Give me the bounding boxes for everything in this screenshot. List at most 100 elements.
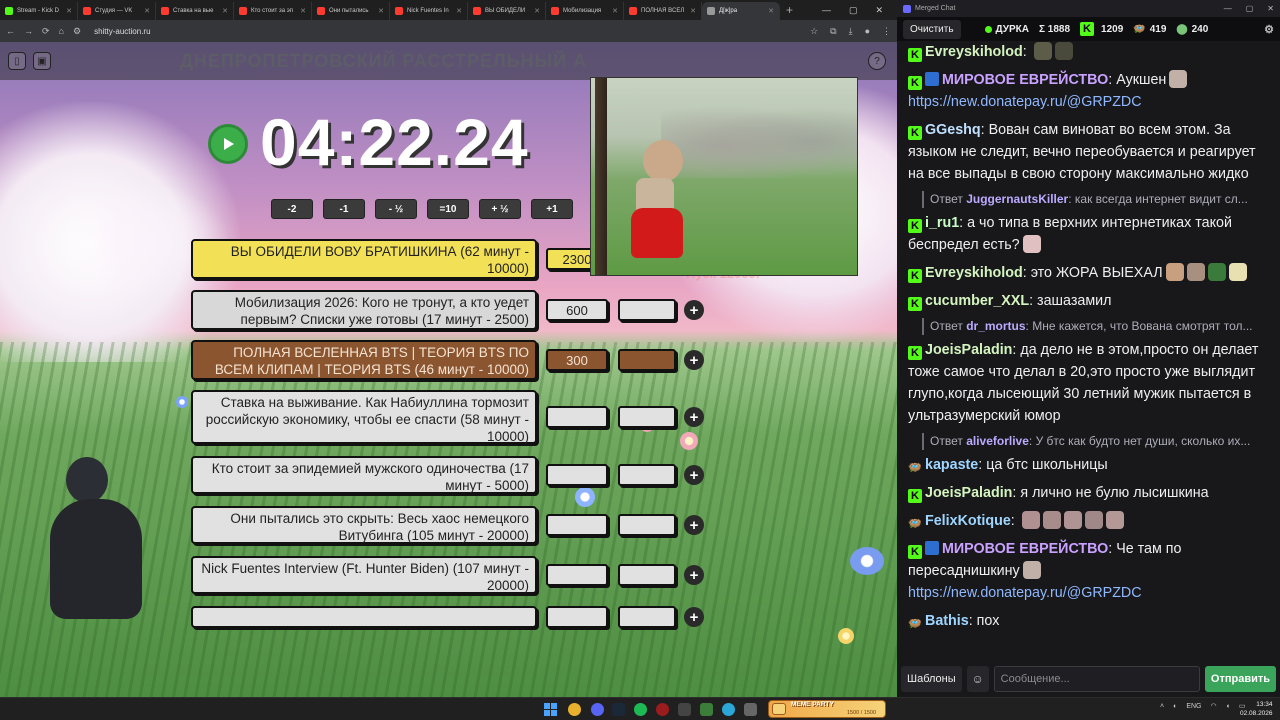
sidebar-toggle-icon[interactable]: ▯	[8, 52, 26, 70]
tab-close-icon[interactable]: ✕	[66, 7, 72, 15]
lot-amount-field[interactable]	[546, 514, 608, 536]
tab-close-icon[interactable]: ✕	[378, 7, 384, 15]
reply-reference[interactable]: Ответ dr_mortus: Мне кажется, что Вована…	[922, 318, 1270, 335]
lot-amount-field[interactable]	[546, 564, 608, 586]
spotify-icon[interactable]	[634, 703, 647, 716]
browser-tab[interactable]: Кто стоит за эп ✕	[234, 2, 312, 20]
chat-username[interactable]: Evreyskiholod	[925, 44, 1023, 60]
lot-amount-field[interactable]	[546, 606, 608, 628]
help-icon[interactable]: ?	[868, 52, 886, 70]
chat-username[interactable]: GGeshq	[925, 122, 981, 138]
obs-icon[interactable]	[656, 703, 669, 716]
chat-username[interactable]: Evreyskiholod	[925, 265, 1023, 281]
close-icon[interactable]: ✕	[1267, 4, 1274, 13]
steam-icon[interactable]	[612, 703, 625, 716]
close-icon[interactable]: ✕	[875, 5, 883, 16]
browser-tab[interactable]: Д[ж]ра ✕	[702, 2, 780, 20]
lot-plus-button[interactable]: +	[684, 565, 704, 585]
chat-username[interactable]: Bathis	[925, 613, 969, 629]
clear-button[interactable]: Очистить	[903, 19, 961, 39]
play-button[interactable]	[208, 124, 248, 164]
lot-amount-field[interactable]: 600	[546, 299, 608, 321]
tab-close-icon[interactable]: ✕	[300, 7, 306, 15]
chat-username[interactable]: МИРОВОЕ ЕВРЕЙСТВО	[942, 541, 1108, 557]
send-button[interactable]: Отправить	[1204, 666, 1276, 692]
site-info-icon[interactable]: ⚙	[73, 26, 81, 37]
chat-username[interactable]: i_ru1	[925, 215, 959, 231]
menu-icon[interactable]: ⋮	[882, 26, 891, 37]
tab-close-icon[interactable]: ✕	[144, 7, 150, 15]
profile-icon[interactable]: ●	[865, 26, 870, 37]
bookmark-star-icon[interactable]: ☆	[810, 26, 818, 37]
app-icon[interactable]	[744, 703, 757, 716]
tab-close-icon[interactable]: ✕	[222, 7, 228, 15]
back-icon[interactable]: ←	[6, 26, 15, 36]
lot-add-amount-input[interactable]	[618, 514, 676, 536]
meme-party-widget[interactable]: MEME PARTY 1500 / 1500	[768, 700, 886, 718]
lot-name-field[interactable]: Они пытались это скрыть: Весь хаос немец…	[191, 506, 537, 544]
lot-plus-button[interactable]: +	[684, 515, 704, 535]
network-icon[interactable]: ◠	[1211, 702, 1217, 710]
extensions-icon[interactable]: ⧉	[830, 26, 836, 37]
lot-add-amount-input[interactable]	[618, 606, 676, 628]
lot-name-field[interactable]: Мобилизация 2026: Кого не тронут, а кто …	[191, 290, 537, 330]
new-tab-icon[interactable]: +	[780, 3, 799, 17]
time-adjust-button[interactable]: - ½	[375, 199, 417, 219]
settings-gear-icon[interactable]: ⚙	[1264, 23, 1274, 36]
telegram-icon[interactable]	[722, 703, 735, 716]
chat-username[interactable]: FelixKotique	[925, 513, 1011, 529]
tab-close-icon[interactable]: ✕	[534, 7, 540, 15]
templates-button[interactable]: Шаблоны	[901, 666, 962, 692]
lot-name-field[interactable]: Ставка на выживание. Как Набиуллина торм…	[191, 390, 537, 444]
chrome-icon[interactable]	[568, 703, 581, 716]
browser-tab[interactable]: ВЫ ОБИДЕЛИ ✕	[468, 2, 546, 20]
chat-username[interactable]: МИРОВОЕ ЕВРЕЙСТВО	[942, 72, 1108, 88]
maximize-icon[interactable]: ▢	[849, 5, 858, 16]
tray-chevron-icon[interactable]: ˄	[1160, 703, 1164, 710]
time-adjust-button[interactable]: -1	[323, 199, 365, 219]
maximize-icon[interactable]: ▢	[1246, 4, 1254, 13]
language-indicator[interactable]: ENG	[1186, 703, 1201, 710]
url-field[interactable]: shitty-auction.ru	[94, 27, 150, 36]
time-adjust-button[interactable]: +1	[531, 199, 573, 219]
tab-close-icon[interactable]: ✕	[768, 7, 774, 15]
app-icon[interactable]	[678, 703, 691, 716]
lot-name-field[interactable]	[191, 606, 537, 628]
minimize-icon[interactable]: —	[1224, 4, 1232, 13]
time-adjust-button[interactable]: =10	[427, 199, 469, 219]
emoji-button[interactable]: ☺	[966, 666, 989, 692]
tab-close-icon[interactable]: ✕	[456, 7, 462, 15]
lot-name-field[interactable]: ПОЛНАЯ ВСЕЛЕННАЯ BTS | ТЕОРИЯ BTS ПО ВСЕ…	[191, 340, 537, 380]
browser-tab[interactable]: Ставка на вые ✕	[156, 2, 234, 20]
time-adjust-button[interactable]: -2	[271, 199, 313, 219]
reply-reference[interactable]: Ответ aliveforlive: У бтс как будто нет …	[922, 433, 1270, 450]
donation-link[interactable]: https://new.donatepay.ru/@GRPZDC	[908, 94, 1142, 110]
home-icon[interactable]: ⌂	[59, 26, 64, 36]
tray-app-icon[interactable]: ◐	[1173, 703, 1177, 710]
lot-amount-field[interactable]: 300	[546, 349, 608, 371]
lot-amount-field[interactable]	[546, 464, 608, 486]
lot-name-field[interactable]: Кто стоит за эпидемией мужского одиночес…	[191, 456, 537, 494]
donation-link[interactable]: https://new.donatepay.ru/@GRPZDC	[908, 585, 1142, 601]
lot-plus-button[interactable]: +	[684, 607, 704, 627]
lot-plus-button[interactable]: +	[684, 300, 704, 320]
lot-add-amount-input[interactable]	[618, 406, 676, 428]
lot-plus-button[interactable]: +	[684, 407, 704, 427]
reply-reference[interactable]: Ответ JuggernautsKiller: как всегда инте…	[922, 191, 1270, 208]
lot-plus-button[interactable]: +	[684, 465, 704, 485]
browser-tab[interactable]: Stream - Kick D ✕	[0, 2, 78, 20]
chat-username[interactable]: JoeisPaladin	[925, 342, 1012, 358]
forward-icon[interactable]: →	[24, 26, 33, 36]
time-adjust-button[interactable]: + ½	[479, 199, 521, 219]
browser-tab[interactable]: Мобилизация ✕	[546, 2, 624, 20]
reload-icon[interactable]: ⟳	[42, 26, 50, 37]
chat-username[interactable]: JoeisPaladin	[925, 485, 1012, 501]
browser-tab[interactable]: Они пытались ✕	[312, 2, 390, 20]
lot-plus-button[interactable]: +	[684, 350, 704, 370]
reply-username[interactable]: JuggernautsKiller	[966, 192, 1068, 206]
volume-icon[interactable]: ◖	[1226, 703, 1230, 710]
lot-add-amount-input[interactable]	[618, 299, 676, 321]
chat-username[interactable]: cucumber_XXL	[925, 293, 1029, 309]
reply-username[interactable]: aliveforlive	[966, 434, 1029, 448]
browser-tab[interactable]: ПОЛНАЯ ВСЕЛ ✕	[624, 2, 702, 20]
